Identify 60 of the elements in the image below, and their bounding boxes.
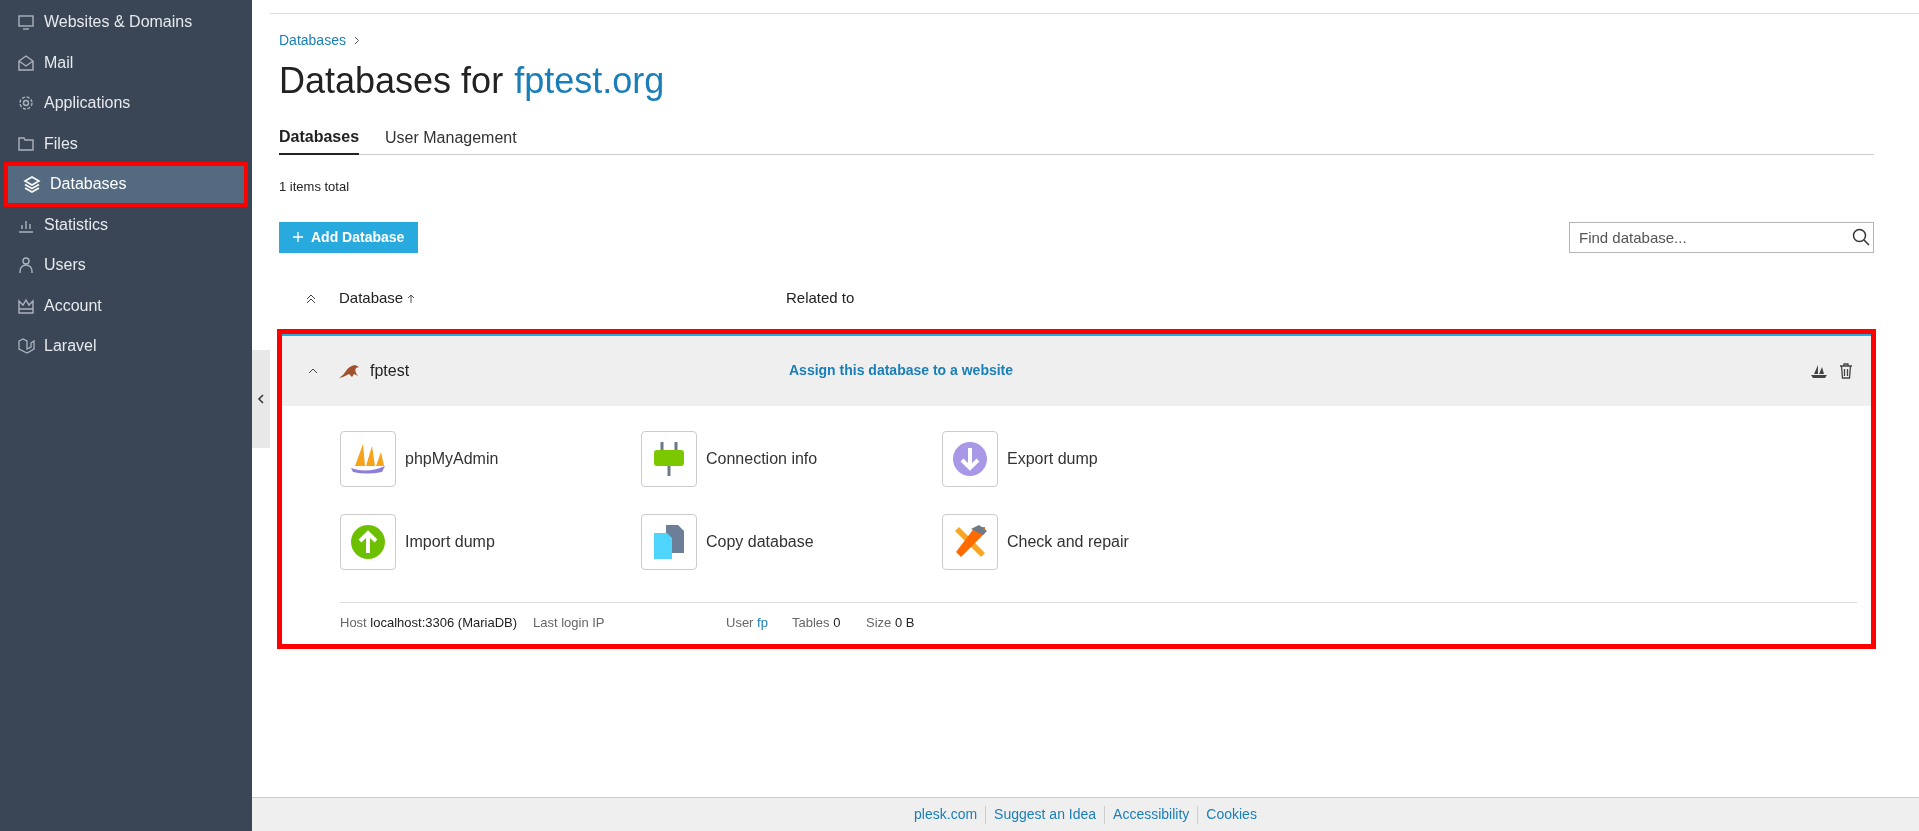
info-field: Tables 0 [792,612,866,632]
sidebar-item[interactable]: Statistics [0,204,252,245]
page-title: Databases for [279,59,504,103]
footer-link[interactable]: Suggest an Idea [994,804,1097,825]
copy-tile-icon [641,513,697,570]
info-field: Last login IP [533,612,726,632]
info-field: Host localhost:3306 (MariaDB) [340,612,533,632]
tool-link[interactable]: phpMyAdmin [340,430,641,487]
export-tile-icon [942,430,998,487]
folder-icon [17,134,35,153]
sidebar-item[interactable]: Websites & Domains [0,2,252,43]
breadcrumb-link[interactable]: Databases [279,30,346,51]
footer-link[interactable]: plesk.com [914,804,978,825]
assign-link[interactable]: Assign this database to a website [789,360,1014,381]
collapse-handle[interactable] [252,350,270,448]
phpmyadmin-tile-icon [340,430,396,487]
plug-tile-icon [641,430,697,487]
column-header[interactable]: Database [339,287,786,310]
envelope-icon [17,53,35,72]
tool-link[interactable]: Export dump [942,430,1243,487]
footer-link[interactable]: Cookies [1206,804,1257,825]
monitor-icon [17,13,35,32]
caret-icon[interactable] [308,366,318,375]
layers-icon [23,175,41,194]
row-header[interactable]: fptest Assign this database to a website [282,333,1871,406]
sailboat-icon[interactable] [1811,363,1827,378]
sidebar-item[interactable]: Users [0,245,252,286]
tool-link[interactable]: Check and repair [942,513,1243,570]
footer-link[interactable]: Accessibility [1113,804,1190,825]
items-total: 1 items total [279,178,351,196]
chevron-right-icon [353,36,360,45]
tool-link[interactable]: Connection info [641,430,942,487]
search-icon[interactable] [1852,227,1870,246]
repair-tile-icon [942,513,998,570]
crown-icon [17,296,35,315]
trash-icon[interactable] [1839,362,1853,379]
user-icon [17,256,35,275]
domain-link[interactable]: fptest.org [514,59,665,103]
chevron-left-icon [257,394,265,404]
info-field: User fp [726,612,792,632]
sidebar-item[interactable]: Account [0,285,252,326]
sidebar-item[interactable]: Files [0,123,252,164]
tab[interactable]: User Management [385,125,517,155]
sidebar-item[interactable]: Laravel [0,326,252,367]
gear-icon [17,94,35,113]
info-field: Size 0 B [866,612,915,632]
sidebar-item[interactable]: Applications [0,83,252,124]
search-field[interactable]: Find database... [1569,221,1874,253]
collapse-all-icon[interactable] [306,293,316,304]
column-header[interactable]: Related to [786,287,855,310]
database-name[interactable]: fptest [370,358,789,383]
tool-link[interactable]: Import dump [340,513,641,570]
laravel-icon [17,337,35,356]
tab[interactable]: Databases [279,125,360,155]
tool-link[interactable]: Copy database [641,513,942,570]
sidebar-item[interactable]: Mail [0,42,252,83]
sidebar-item[interactable]: Databases [6,164,246,205]
import-tile-icon [340,513,396,570]
plus-icon [293,232,303,242]
sort-arrow-icon [407,294,416,305]
